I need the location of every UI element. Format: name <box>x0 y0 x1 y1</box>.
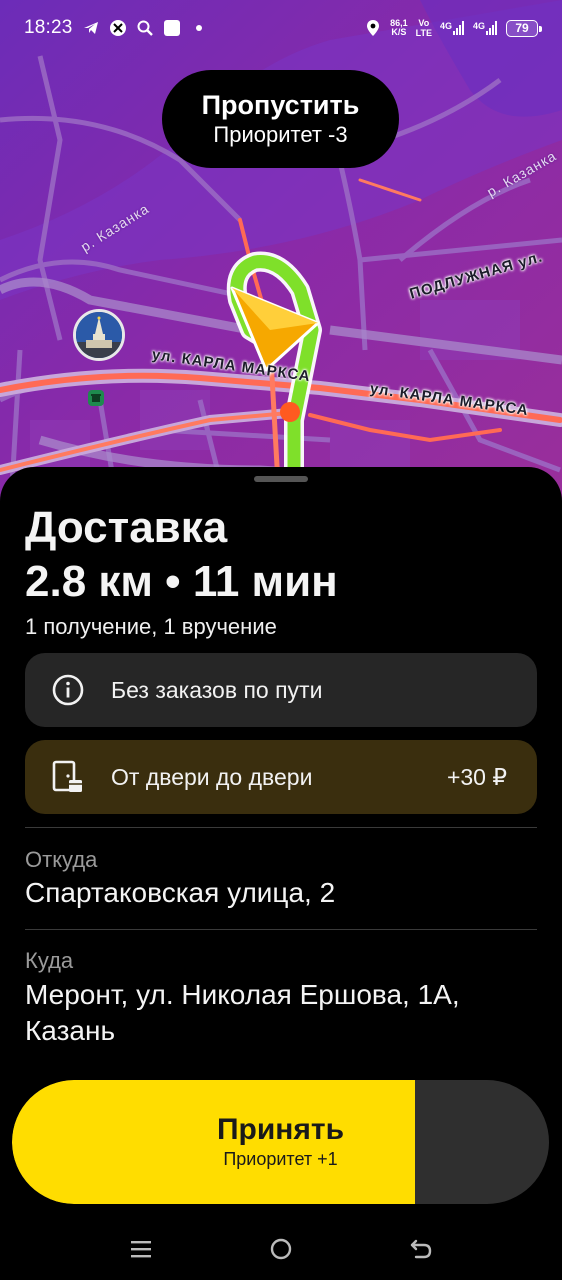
to-address: Меронт, ул. Николая Ершова, 1А, Казань <box>25 979 460 1046</box>
no-orders-text: Без заказов по пути <box>111 676 323 703</box>
volte-bottom: LTE <box>415 28 432 38</box>
network-speed: 86,1 K/S <box>390 19 408 37</box>
no-orders-on-route-card[interactable]: Без заказов по пути <box>25 653 537 727</box>
app-notification-icon <box>109 19 127 37</box>
signal-bars-icon <box>452 21 464 35</box>
landmark-kremlin-marker[interactable] <box>73 309 125 361</box>
accept-priority: Приоритет +1 <box>223 1149 338 1169</box>
accept-button[interactable]: Принять Приоритет +1 <box>12 1080 415 1204</box>
divider <box>25 929 537 930</box>
divider <box>25 827 537 828</box>
order-title: Доставка <box>25 503 228 552</box>
order-steps: 1 получение, 1 вручение <box>25 614 277 639</box>
kremlin-icon <box>76 312 122 358</box>
skip-button[interactable]: Пропустить Приоритет -3 <box>162 70 399 168</box>
signal-1-label: 4G <box>439 21 452 31</box>
order-distance-time: 2.8 км • 11 мин <box>25 557 338 606</box>
skip-priority: Приоритет -3 <box>213 122 348 147</box>
from-address: Спартаковская улица, 2 <box>25 877 336 908</box>
map-view[interactable]: ул. КАРЛА МАРКСА ул. КАРЛА МАРКСА ПОДЛУЖ… <box>0 0 562 520</box>
system-nav-bar <box>0 1218 562 1280</box>
volte-top: Vo <box>418 18 430 28</box>
network-speed-unit: K/S <box>391 27 407 37</box>
action-bar: Принять Приоритет +1 <box>0 1068 562 1218</box>
telegram-icon <box>82 19 100 37</box>
accept-title: Принять <box>216 1113 345 1146</box>
status-time: 18:23 <box>24 17 73 38</box>
more-dot-icon <box>190 19 208 37</box>
door-to-door-text: От двери до двери <box>111 763 313 790</box>
menu-nav-icon[interactable] <box>126 1234 156 1264</box>
store-marker-icon[interactable] <box>88 390 104 406</box>
signal-1-indicator: 4G <box>440 21 465 35</box>
back-nav-icon[interactable] <box>406 1234 436 1264</box>
signal-2-indicator: 4G <box>473 21 498 35</box>
sheet-drag-handle[interactable] <box>254 476 308 482</box>
accept-slider-track[interactable]: Принять Приоритет +1 <box>12 1080 549 1204</box>
battery-indicator: 79 <box>506 19 542 37</box>
signal-bars-icon <box>486 21 497 35</box>
status-bar: 18:23 86,1 K/S Vo LTE 4G 4G 79 <box>0 0 562 56</box>
signal-2-label: 4G <box>472 21 485 31</box>
square-notification-icon <box>163 19 181 37</box>
from-label: Откуда <box>25 847 98 872</box>
volte-indicator: Vo LTE <box>416 18 432 38</box>
door-to-door-card[interactable]: От двери до двери +30 ₽ <box>25 740 537 814</box>
home-nav-icon[interactable] <box>266 1234 296 1264</box>
door-package-icon <box>51 760 85 794</box>
door-to-door-price: +30 ₽ <box>446 763 507 790</box>
info-icon <box>51 673 85 707</box>
location-icon <box>364 19 382 37</box>
search-notification-icon <box>136 19 154 37</box>
skip-title: Пропустить <box>201 90 360 120</box>
to-label: Куда <box>25 948 74 973</box>
